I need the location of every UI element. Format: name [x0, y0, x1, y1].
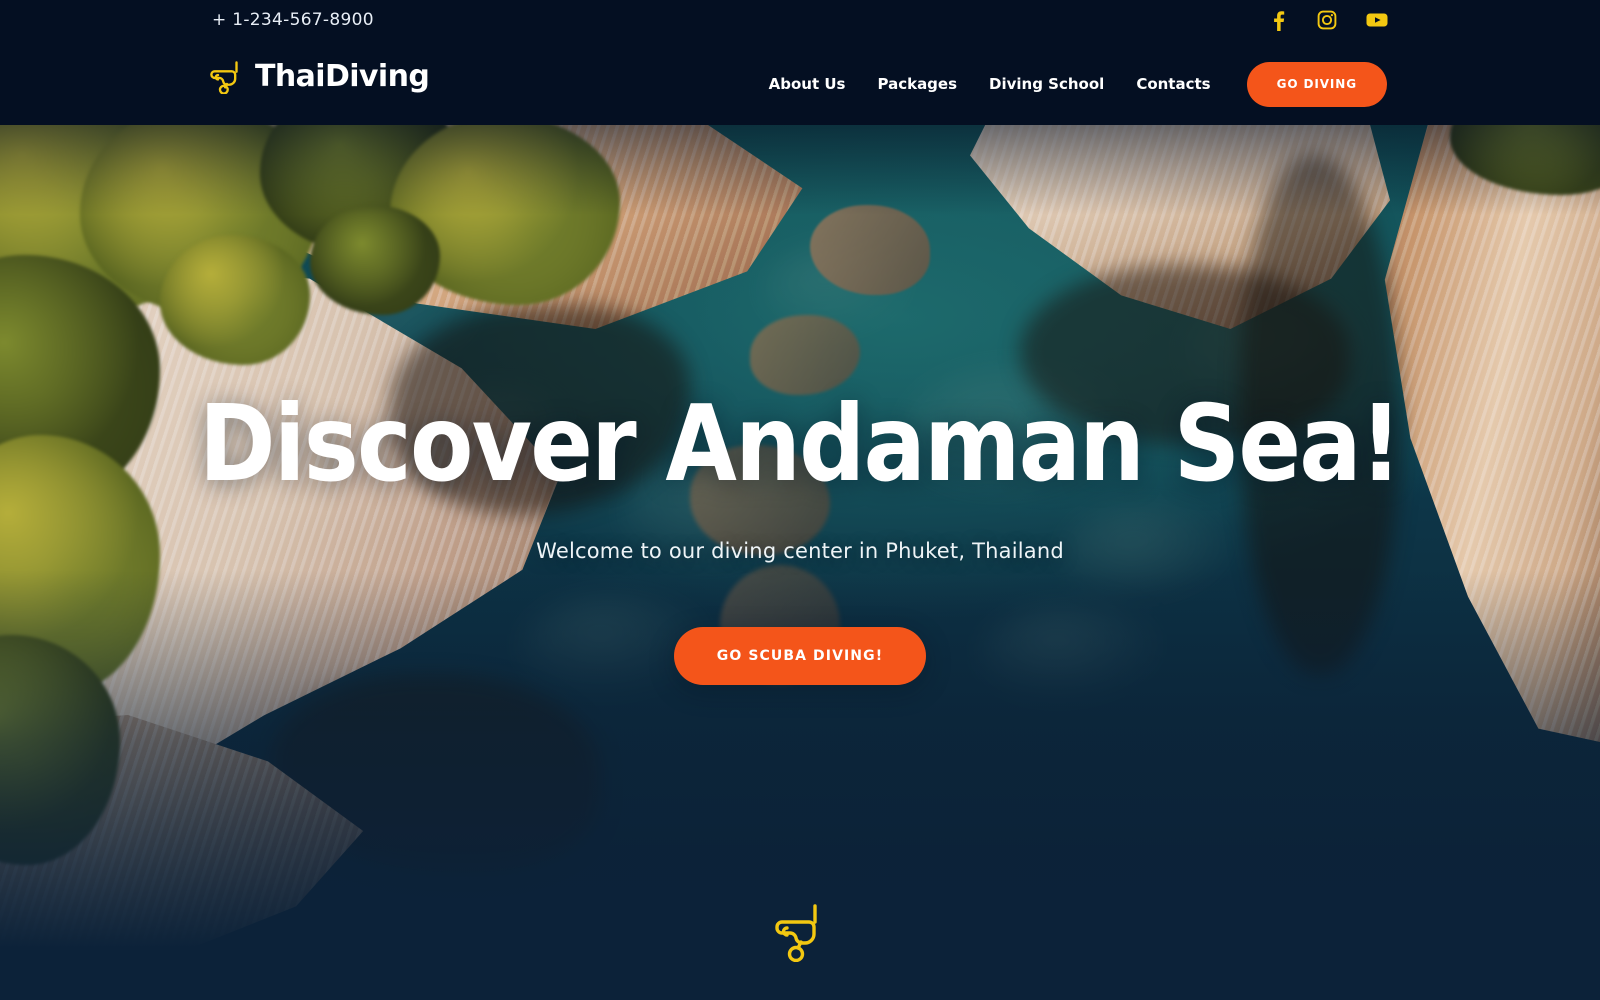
hero-content: Discover Andaman Sea! Welcome to our div… — [0, 125, 1600, 1000]
top-bar: + 1-234-567-8900 — [0, 0, 1600, 41]
hero-subtitle: Welcome to our diving center in Phuket, … — [536, 539, 1064, 563]
facebook-icon[interactable] — [1267, 9, 1289, 31]
brand-name: ThaiDiving — [255, 59, 430, 94]
site-header: + 1-234-567-8900 ThaiDiving About Us Pac… — [0, 0, 1600, 125]
nav-item-diving-school[interactable]: Diving School — [973, 61, 1120, 107]
landing-page: Discover Andaman Sea! Welcome to our div… — [0, 0, 1600, 1000]
go-diving-button[interactable]: GO DIVING — [1246, 61, 1387, 107]
phone-number[interactable]: + 1-234-567-8900 — [212, 10, 374, 30]
page-title: Discover Andaman Sea! — [199, 383, 1402, 505]
nav-item-packages[interactable]: Packages — [861, 61, 973, 107]
scuba-mask-icon[interactable] — [774, 900, 826, 962]
nav-item-contacts[interactable]: Contacts — [1120, 61, 1226, 107]
scuba-mask-icon — [210, 60, 246, 95]
social-links — [1267, 9, 1388, 31]
instagram-icon[interactable] — [1316, 9, 1338, 31]
youtube-icon[interactable] — [1365, 9, 1388, 31]
site-logo[interactable]: ThaiDiving — [210, 59, 430, 95]
main-navigation: About Us Packages Diving School Contacts… — [753, 61, 1387, 107]
hero-section: Discover Andaman Sea! Welcome to our div… — [0, 125, 1600, 1000]
nav-row: ThaiDiving About Us Packages Diving Scho… — [0, 41, 1600, 125]
nav-item-about-us[interactable]: About Us — [753, 61, 862, 107]
go-scuba-diving-button[interactable]: GO SCUBA DIVING! — [673, 627, 927, 685]
